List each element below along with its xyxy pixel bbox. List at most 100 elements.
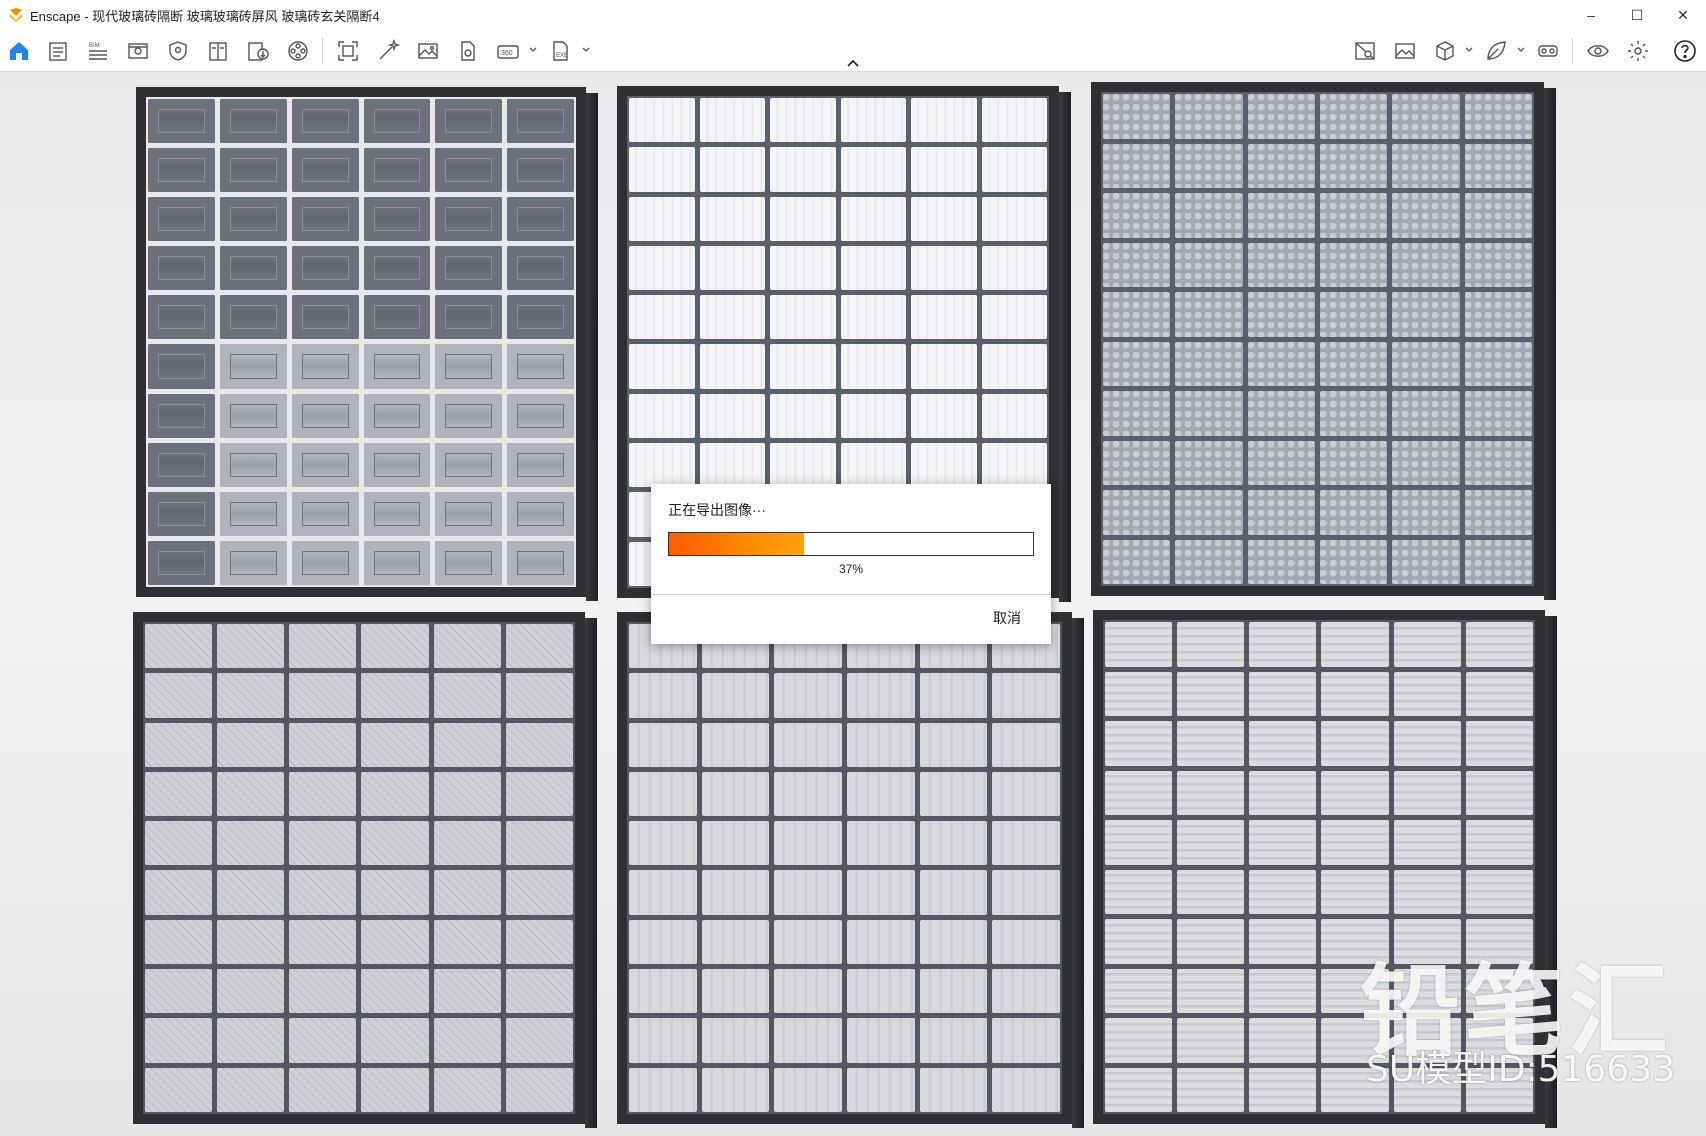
glass-block	[1105, 721, 1173, 766]
glass-block	[1175, 94, 1243, 139]
glass-block	[363, 393, 431, 438]
bim-button[interactable]: BIM	[83, 36, 113, 66]
glass-block	[435, 197, 503, 242]
glass-block	[219, 540, 287, 585]
leaf-icon	[1487, 41, 1506, 60]
image-icon	[418, 43, 438, 59]
glass-block	[770, 196, 836, 241]
glass-block	[1249, 1067, 1317, 1112]
close-button[interactable]: ✕	[1660, 0, 1706, 30]
glass-block	[840, 196, 906, 241]
progress-fill	[669, 533, 804, 555]
glass-block	[433, 821, 501, 866]
image-gallery-button[interactable]	[1390, 36, 1420, 66]
glass-block	[1393, 869, 1461, 914]
chevron-down-icon[interactable]	[581, 44, 591, 56]
settings-button[interactable]	[1623, 36, 1653, 66]
minimize-button[interactable]: –	[1568, 0, 1614, 30]
glass-block	[770, 443, 836, 488]
chevron-down-icon[interactable]	[528, 44, 538, 56]
exe-export-button[interactable]: EXE	[546, 36, 576, 66]
cancel-button[interactable]: 取消	[993, 608, 1021, 628]
home-icon	[10, 42, 28, 60]
glass-block	[846, 870, 915, 915]
glass-block	[1320, 539, 1388, 584]
view-button[interactable]	[123, 36, 153, 66]
maximize-button[interactable]: ☐	[1614, 0, 1660, 30]
glass-block	[433, 771, 501, 817]
glass-block	[1105, 1067, 1173, 1112]
glass-block	[981, 147, 1047, 192]
glass-block	[145, 870, 213, 915]
glass-block	[433, 870, 501, 915]
glass-block	[219, 344, 287, 389]
glass-block	[1103, 539, 1171, 584]
capture-frame-button[interactable]	[333, 36, 363, 66]
glass-block	[291, 442, 359, 487]
glass-block	[1465, 622, 1533, 667]
glass-block	[148, 491, 215, 536]
leaf-button[interactable]	[1481, 36, 1511, 66]
glass-block	[1175, 193, 1243, 238]
glass-block	[1247, 193, 1315, 238]
glass-block	[846, 969, 915, 1014]
glass-block	[289, 821, 357, 866]
glass-block	[361, 1018, 429, 1063]
shield-button[interactable]	[163, 36, 193, 66]
glass-block	[433, 969, 501, 1014]
glass-block	[1177, 919, 1245, 964]
book-button[interactable]	[203, 36, 233, 66]
glass-block	[1392, 193, 1460, 238]
glass-block	[145, 771, 213, 817]
file-export-button[interactable]	[453, 36, 483, 66]
glass-block	[507, 246, 574, 291]
material-button[interactable]	[1350, 36, 1380, 66]
glass-block	[1392, 292, 1460, 337]
glass-block	[701, 673, 770, 718]
glass-block	[981, 393, 1047, 439]
glass-block	[289, 1018, 357, 1063]
collapse-toolbar-button[interactable]	[842, 56, 864, 70]
help-button[interactable]	[1670, 36, 1700, 66]
panorama-360-button[interactable]: 360	[493, 36, 523, 66]
glass-block	[919, 821, 988, 866]
film-reel-button[interactable]	[283, 36, 313, 66]
cube-button[interactable]	[1430, 36, 1460, 66]
svg-text:EXE: EXE	[556, 53, 568, 59]
glass-block	[219, 246, 287, 291]
glass-block	[435, 99, 503, 144]
glass-block	[291, 246, 359, 291]
enscape-logo-icon	[10, 8, 22, 22]
glass-block	[701, 1067, 770, 1112]
glass-block	[1247, 94, 1315, 139]
glass-block	[505, 673, 573, 718]
glass-block	[1103, 242, 1171, 287]
eye-button[interactable]	[1583, 36, 1613, 66]
chevron-down-icon[interactable]	[1464, 44, 1474, 56]
magic-wand-button[interactable]	[373, 36, 403, 66]
glass-block	[217, 870, 285, 915]
document-button[interactable]	[43, 36, 73, 66]
capture-frame-icon	[338, 41, 358, 61]
glass-block	[1321, 770, 1389, 815]
glass-block	[217, 1067, 285, 1112]
image-button[interactable]	[413, 36, 443, 66]
glass-block	[1393, 770, 1461, 815]
glass-block	[145, 1018, 213, 1063]
vr-headset-button[interactable]	[1533, 36, 1563, 66]
glass-block	[1177, 622, 1245, 667]
glass-block	[1105, 919, 1173, 964]
home-button[interactable]	[4, 36, 34, 66]
chevron-down-icon[interactable]	[1516, 44, 1526, 56]
glass-block	[1464, 440, 1532, 485]
glass-block	[774, 870, 842, 915]
glass-block	[699, 98, 765, 143]
glass-block	[363, 540, 431, 585]
glass-block	[217, 919, 285, 965]
glass-block	[291, 99, 359, 144]
glass-block	[435, 246, 503, 291]
glass-block	[992, 771, 1060, 817]
glass-block	[981, 98, 1047, 143]
glass-block	[840, 393, 906, 439]
book-download-button[interactable]	[243, 36, 273, 66]
